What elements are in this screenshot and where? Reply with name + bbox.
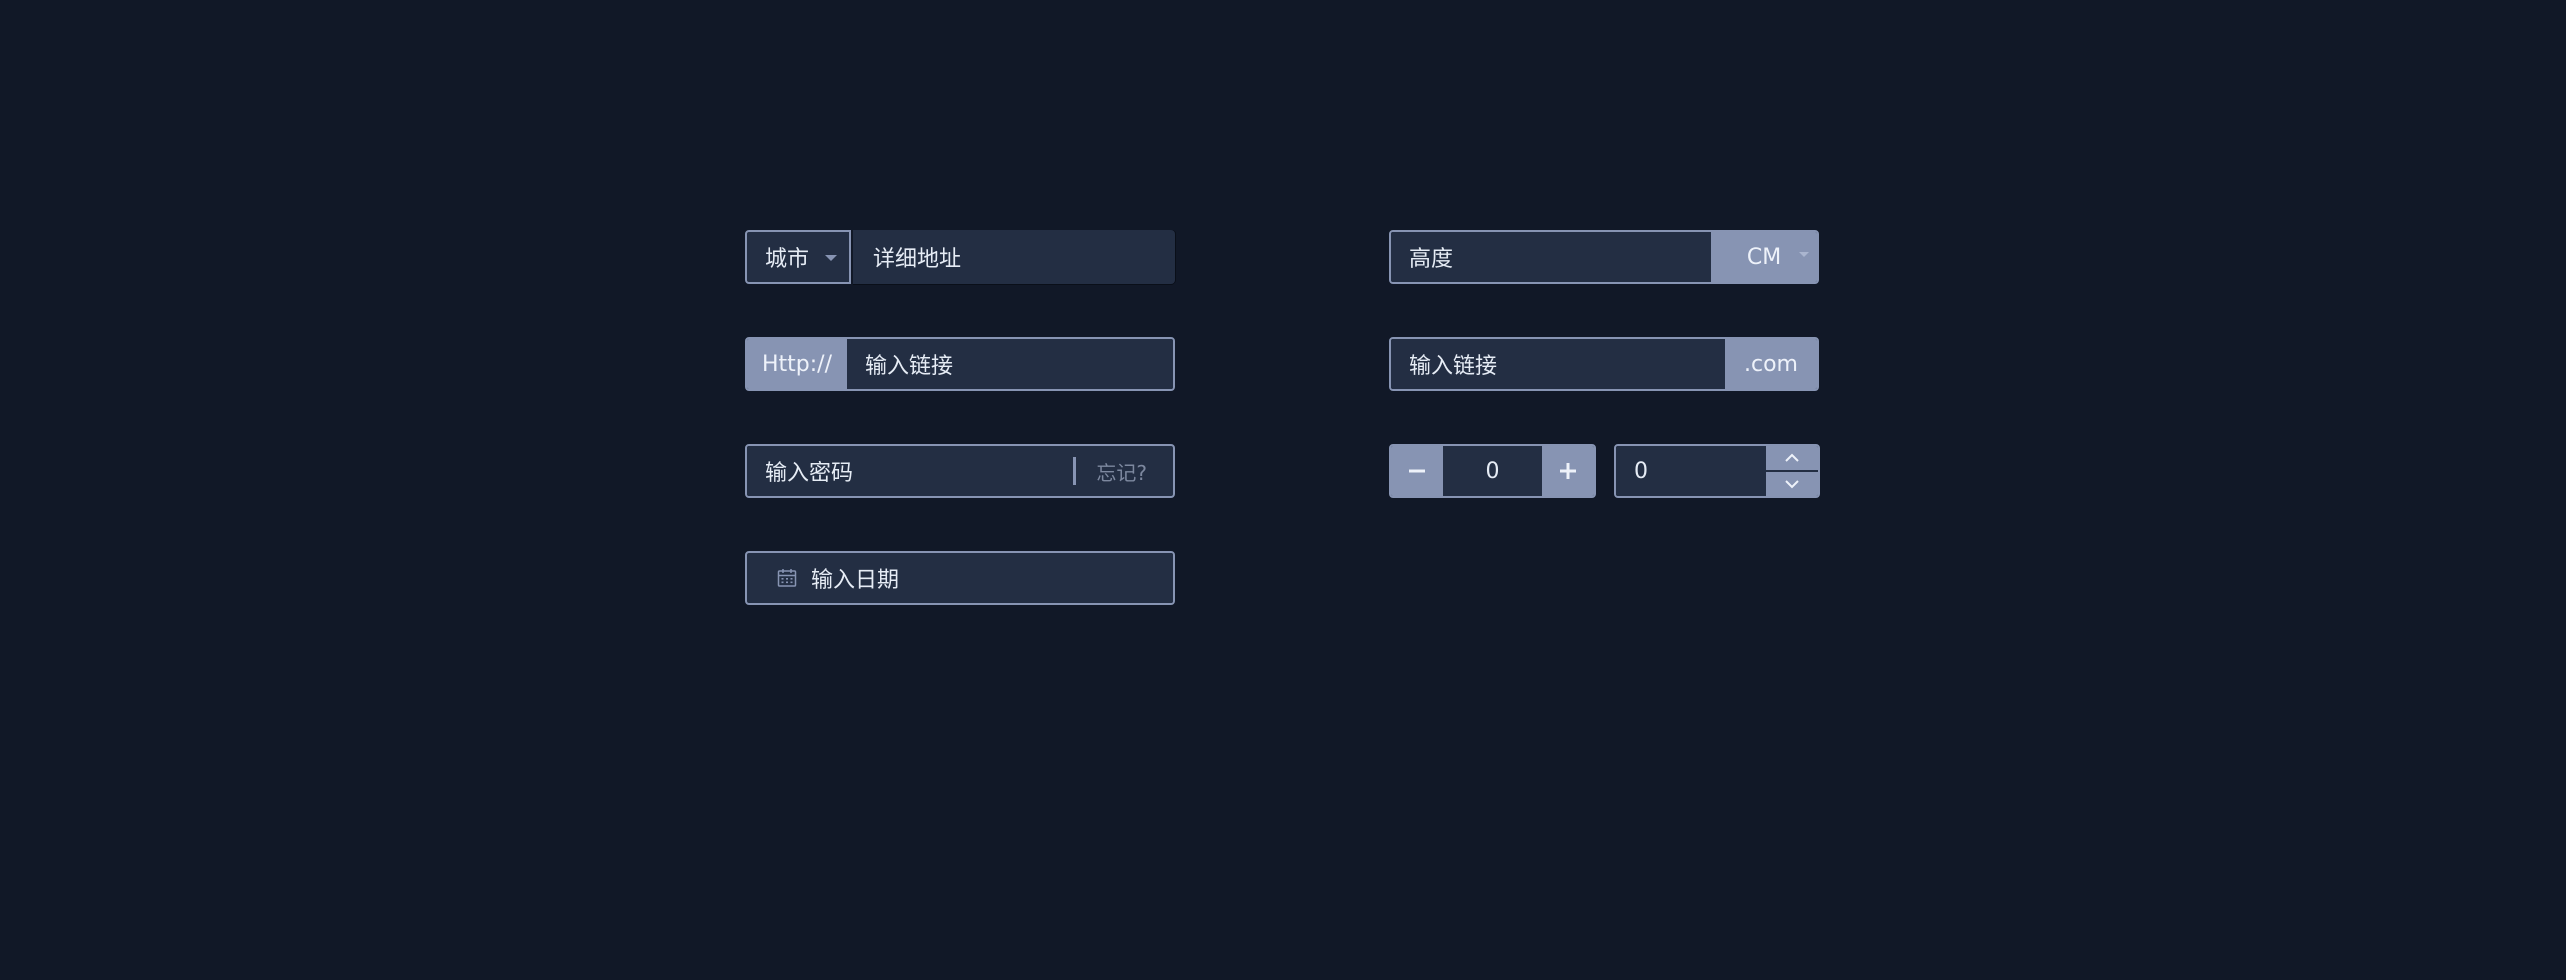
unit-label: CM	[1746, 244, 1782, 270]
city-select[interactable]: 城市	[745, 230, 851, 284]
calendar-icon	[747, 553, 801, 603]
chevron-down-icon	[1785, 480, 1799, 489]
minus-icon	[1409, 469, 1425, 473]
domain-suffix: .com	[1725, 339, 1817, 389]
url-prefix: Http://	[747, 339, 847, 389]
password-input-group: 输入密码 忘记?	[745, 444, 1175, 498]
url-input-group: Http:// 输入链接	[745, 337, 1175, 391]
increment-button[interactable]	[1542, 446, 1594, 496]
address-input-group: 城市 详细地址	[745, 230, 1175, 284]
spinner-down-button[interactable]	[1766, 472, 1818, 496]
caret-down-icon	[1799, 252, 1809, 257]
address-input[interactable]: 详细地址	[853, 230, 1175, 284]
caret-down-icon	[825, 255, 837, 261]
domain-input[interactable]: 输入链接	[1391, 339, 1725, 389]
height-input[interactable]: 高度	[1391, 232, 1711, 282]
number-spinner: 0	[1614, 444, 1820, 498]
spinner-up-button[interactable]	[1766, 446, 1818, 472]
height-input-group: 高度 CM	[1389, 230, 1819, 284]
quantity-input[interactable]: 0	[1443, 446, 1542, 496]
password-input[interactable]: 输入密码	[747, 446, 1074, 496]
spinner-controls	[1766, 446, 1818, 496]
plus-icon	[1560, 463, 1576, 479]
url-input[interactable]: 输入链接	[847, 339, 1173, 389]
decrement-button[interactable]	[1391, 446, 1443, 496]
date-input-group: 输入日期	[745, 551, 1175, 605]
city-select-label: 城市	[765, 247, 810, 272]
domain-input-group: 输入链接 .com	[1389, 337, 1819, 391]
spinner-input[interactable]: 0	[1616, 446, 1766, 496]
date-input[interactable]: 输入日期	[801, 553, 1173, 603]
unit-select[interactable]: CM	[1711, 232, 1817, 282]
quantity-stepper: 0	[1389, 444, 1596, 498]
forgot-password-link[interactable]: 忘记?	[1076, 446, 1173, 496]
chevron-up-icon	[1785, 453, 1799, 462]
